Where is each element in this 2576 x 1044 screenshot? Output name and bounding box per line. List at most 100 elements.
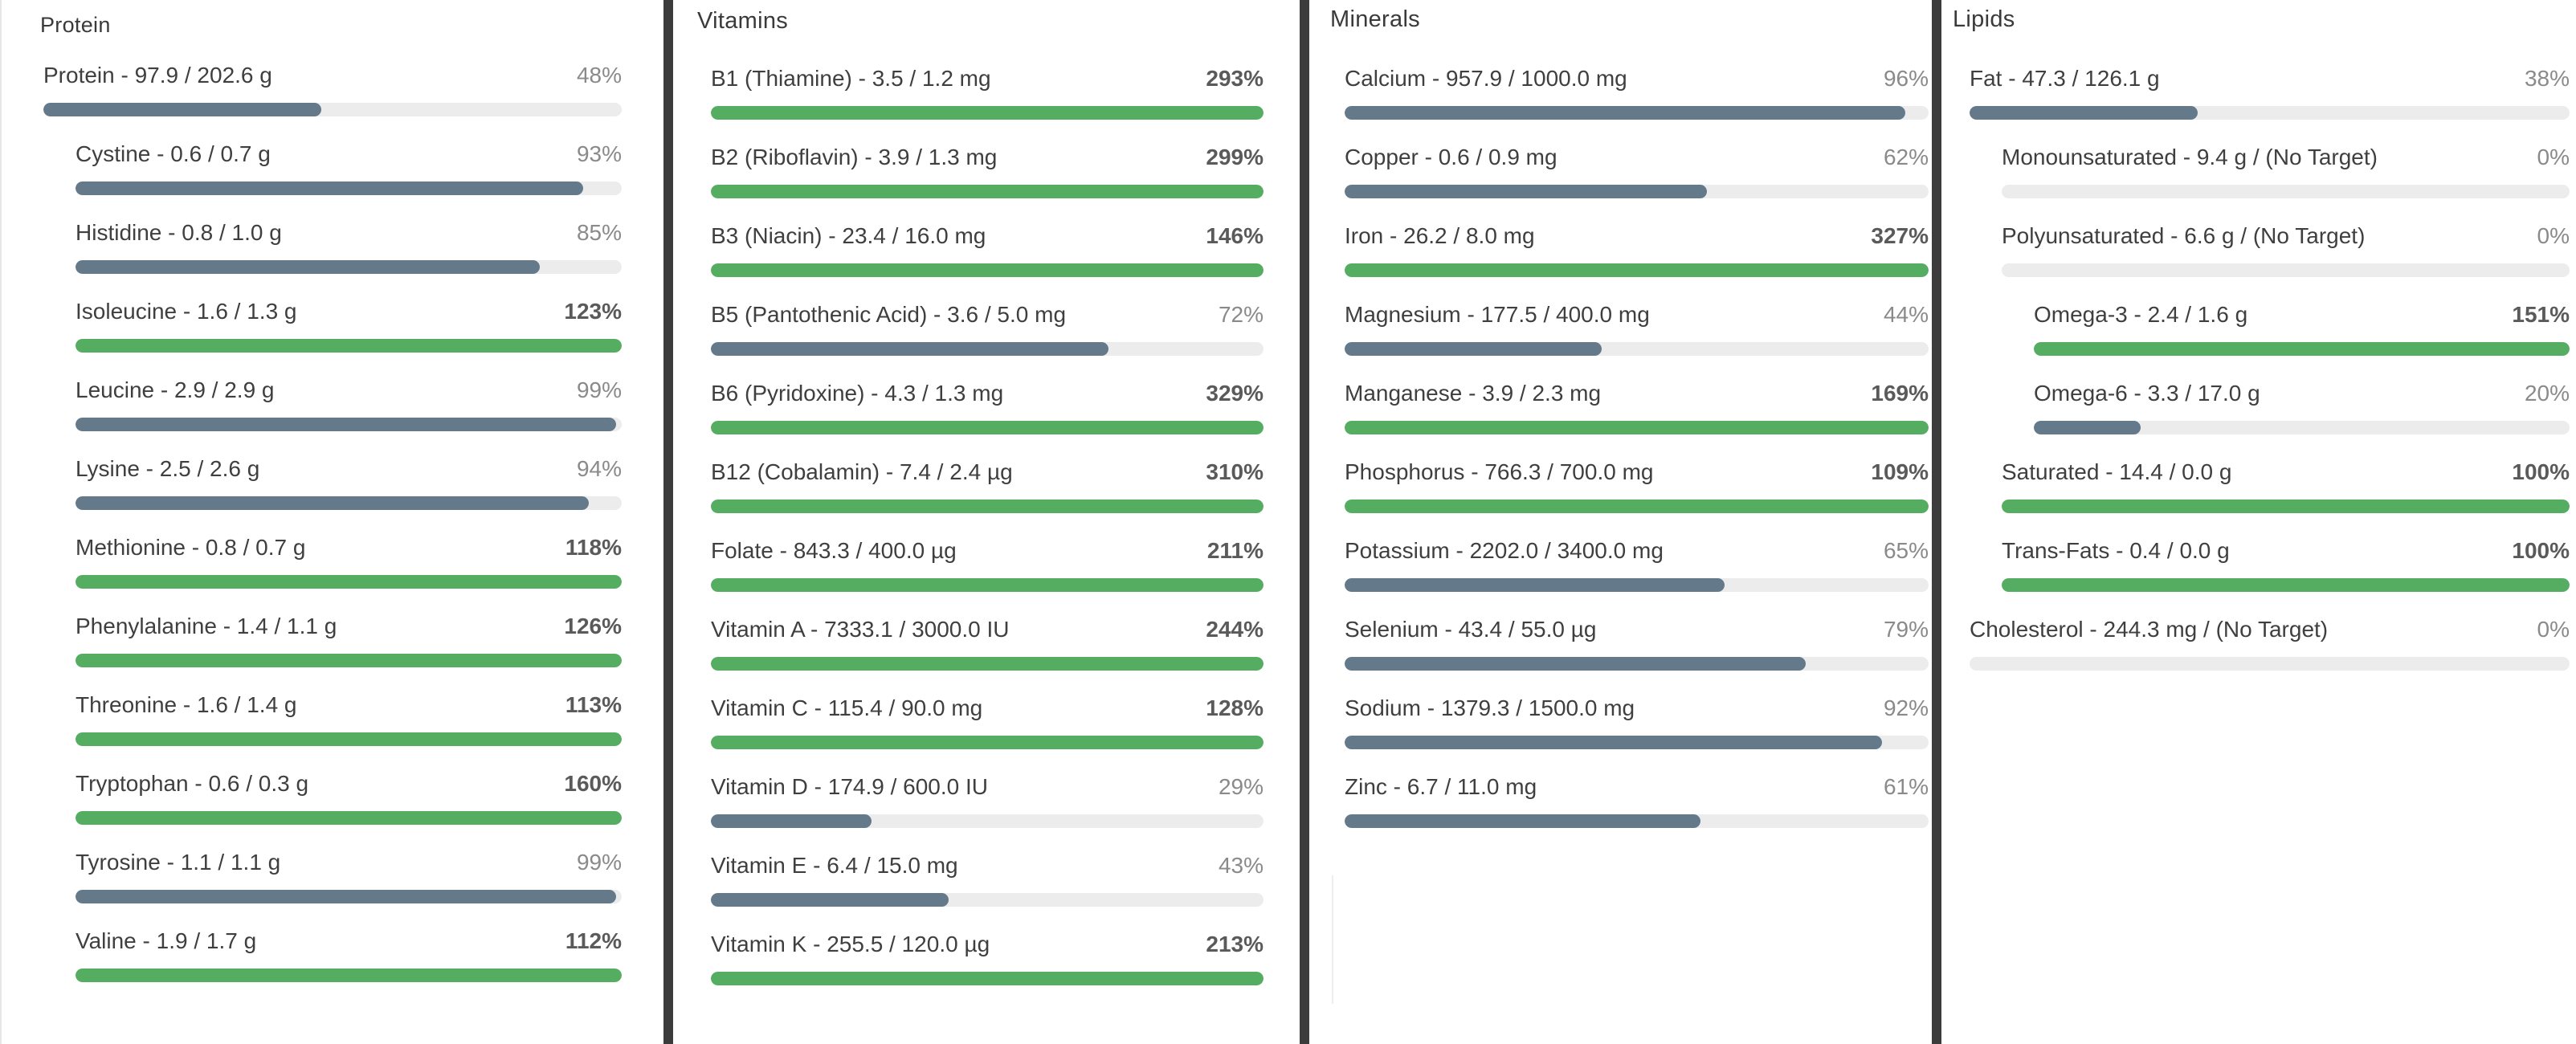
nutrient-row-tyrosine[interactable]: Tyrosine - 1.1 / 1.1 g 99% [76,850,622,914]
nutrient-percent: 128% [1206,695,1264,720]
nutrient-percent: 329% [1206,381,1264,406]
lipids-panel-title: Lipids [1953,6,2015,32]
nutrient-label: Phenylalanine - 1.4 / 1.1 g [76,614,337,638]
progress-track [1345,814,1929,828]
nutrient-percent: 211% [1206,538,1264,563]
nutrient-row-copper[interactable]: Copper - 0.6 / 0.9 mg 62% [1345,145,1929,209]
progress-fill [711,185,1264,198]
progress-fill [76,890,617,903]
vitamins-panel-title: Vitamins [697,8,789,34]
nutrient-row-folate[interactable]: Folate - 843.3 / 400.0 µg 211% [711,538,1264,602]
progress-track [2002,500,2570,513]
nutrient-percent: 327% [1871,223,1929,248]
progress-track [76,181,622,195]
panel-divider[interactable] [1300,0,1309,1044]
nutrient-row-fat[interactable]: Fat - 47.3 / 126.1 g 38% [1970,66,2570,130]
nutrient-row-phenylalanine[interactable]: Phenylalanine - 1.4 / 1.1 g 126% [76,614,622,678]
nutrient-row-b1-thiamine[interactable]: B1 (Thiamine) - 3.5 / 1.2 mg 293% [711,66,1264,130]
nutrient-row-histidine[interactable]: Histidine - 0.8 / 1.0 g 85% [76,220,622,284]
nutrient-row-b12-cobalamin[interactable]: B12 (Cobalamin) - 7.4 / 2.4 µg 310% [711,459,1264,524]
nutrient-row-sodium[interactable]: Sodium - 1379.3 / 1500.0 mg 92% [1345,695,1929,760]
nutrient-label: Fat - 47.3 / 126.1 g [1970,66,2160,91]
nutrient-row-cholesterol[interactable]: Cholesterol - 244.3 mg / (No Target) 0% [1970,617,2570,681]
nutrient-percent: 99% [576,850,622,875]
nutrient-row-methionine[interactable]: Methionine - 0.8 / 0.7 g 118% [76,535,622,599]
progress-fill [1345,421,1929,434]
nutrient-percent: 310% [1206,459,1264,484]
nutrient-row-vitamin-k[interactable]: Vitamin K - 255.5 / 120.0 µg 213% [711,932,1264,996]
progress-track [2034,421,2570,434]
nutrient-row-valine[interactable]: Valine - 1.9 / 1.7 g 112% [76,928,622,993]
nutrient-row-lysine[interactable]: Lysine - 2.5 / 2.6 g 94% [76,456,622,520]
nutrient-row-magnesium[interactable]: Magnesium - 177.5 / 400.0 mg 44% [1345,302,1929,366]
nutrient-row-tryptophan[interactable]: Tryptophan - 0.6 / 0.3 g 160% [76,771,622,835]
progress-track [1345,263,1929,277]
nutrient-percent: 213% [1206,932,1264,956]
nutrient-row-b5-pantothenic-acid[interactable]: B5 (Pantothenic Acid) - 3.6 / 5.0 mg 72% [711,302,1264,366]
nutrient-row-saturated[interactable]: Saturated - 14.4 / 0.0 g 100% [2002,459,2570,524]
nutrient-row-omega-3[interactable]: Omega-3 - 2.4 / 1.6 g 151% [2034,302,2570,366]
nutrient-percent: 126% [564,614,622,638]
nutrient-row-vitamin-e[interactable]: Vitamin E - 6.4 / 15.0 mg 43% [711,853,1264,917]
nutrient-row-calcium[interactable]: Calcium - 957.9 / 1000.0 mg 96% [1345,66,1929,130]
progress-track [711,814,1264,828]
nutrient-row-polyunsaturated[interactable]: Polyunsaturated - 6.6 g / (No Target) 0% [2002,223,2570,288]
nutrient-row-trans-fats[interactable]: Trans-Fats - 0.4 / 0.0 g 100% [2002,538,2570,602]
progress-track [76,496,622,510]
nutrient-row-phosphorus[interactable]: Phosphorus - 766.3 / 700.0 mg 109% [1345,459,1929,524]
progress-track [76,732,622,746]
nutrient-row-iron[interactable]: Iron - 26.2 / 8.0 mg 327% [1345,223,1929,288]
nutrient-label: Threonine - 1.6 / 1.4 g [76,692,297,717]
vitamins-panel: Vitamins B1 (Thiamine) - 3.5 / 1.2 mg 293… [673,0,1300,1044]
nutrient-label: Vitamin C - 115.4 / 90.0 mg [711,695,983,720]
progress-fill [76,654,622,667]
nutrient-row-leucine[interactable]: Leucine - 2.9 / 2.9 g 99% [76,377,622,442]
nutrient-label: Zinc - 6.7 / 11.0 mg [1345,774,1537,799]
progress-fill [43,103,321,116]
nutrient-row-protein[interactable]: Protein - 97.9 / 202.6 g 48% [43,63,622,127]
progress-fill [711,578,1264,592]
nutrient-row-vitamin-d[interactable]: Vitamin D - 174.9 / 600.0 IU 29% [711,774,1264,838]
panel-divider[interactable] [1932,0,1941,1044]
progress-fill [76,181,584,195]
progress-fill [1345,263,1929,277]
nutrient-percent: 72% [1218,302,1264,327]
nutrient-row-b3-niacin[interactable]: B3 (Niacin) - 23.4 / 16.0 mg 146% [711,223,1264,288]
nutrient-percent: 299% [1206,145,1264,169]
nutrient-row-vitamin-a[interactable]: Vitamin A - 7333.1 / 3000.0 IU 244% [711,617,1264,681]
nutrient-row-vitamin-c[interactable]: Vitamin C - 115.4 / 90.0 mg 128% [711,695,1264,760]
nutrient-label: Omega-3 - 2.4 / 1.6 g [2034,302,2248,327]
progress-fill [76,732,622,746]
nutrient-label: B6 (Pyridoxine) - 4.3 / 1.3 mg [711,381,1004,406]
nutrient-label: B3 (Niacin) - 23.4 / 16.0 mg [711,223,986,248]
progress-fill [711,342,1109,356]
nutrient-percent: 44% [1883,302,1929,327]
progress-track [1345,342,1929,356]
nutrient-percent: 99% [576,377,622,402]
progress-track [711,500,1264,513]
nutrient-row-manganese[interactable]: Manganese - 3.9 / 2.3 mg 169% [1345,381,1929,445]
nutrient-row-zinc[interactable]: Zinc - 6.7 / 11.0 mg 61% [1345,774,1929,838]
nutrient-row-selenium[interactable]: Selenium - 43.4 / 55.0 µg 79% [1345,617,1929,681]
nutrient-row-isoleucine[interactable]: Isoleucine - 1.6 / 1.3 g 123% [76,299,622,363]
protein-panel-title: Protein [40,13,111,37]
nutrient-label: Protein - 97.9 / 202.6 g [43,63,272,88]
nutrient-percent: 113% [565,692,622,717]
nutrient-row-b6-pyridoxine[interactable]: B6 (Pyridoxine) - 4.3 / 1.3 mg 329% [711,381,1264,445]
panel-divider[interactable] [663,0,673,1044]
nutrient-label: Omega-6 - 3.3 / 17.0 g [2034,381,2260,406]
progress-fill [76,418,617,431]
nutrient-percent: 79% [1883,617,1929,642]
nutrient-row-b2-riboflavin[interactable]: B2 (Riboflavin) - 3.9 / 1.3 mg 299% [711,145,1264,209]
nutrient-row-threonine[interactable]: Threonine - 1.6 / 1.4 g 113% [76,692,622,756]
nutrient-label: Copper - 0.6 / 0.9 mg [1345,145,1557,169]
nutrient-row-potassium[interactable]: Potassium - 2202.0 / 3400.0 mg 65% [1345,538,1929,602]
nutrient-row-monounsaturated[interactable]: Monounsaturated - 9.4 g / (No Target) 0% [2002,145,2570,209]
progress-track [1345,500,1929,513]
nutrient-percent: 169% [1871,381,1929,406]
progress-track [1345,657,1929,671]
nutrient-row-cystine[interactable]: Cystine - 0.6 / 0.7 g 93% [76,141,622,206]
nutrient-label: Iron - 26.2 / 8.0 mg [1345,223,1535,248]
nutrient-percent: 93% [576,141,622,166]
nutrient-row-omega-6[interactable]: Omega-6 - 3.3 / 17.0 g 20% [2034,381,2570,445]
